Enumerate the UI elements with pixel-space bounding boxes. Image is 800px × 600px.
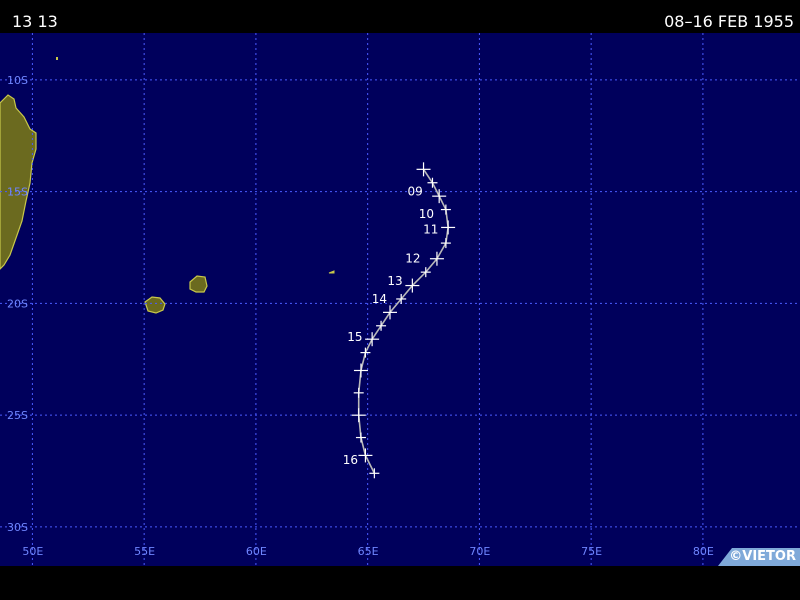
- lat-label: 30S: [7, 521, 28, 534]
- map-canvas[interactable]: 10S 15S 20S 25S 30S 50E 55E 60E 65E 70E 75E 80E 09 1…: [0, 33, 800, 566]
- track-day-label: 12: [405, 252, 420, 266]
- track-day-label: 13: [387, 274, 402, 288]
- lat-label: 20S: [7, 297, 28, 310]
- credit-text: ©VIETOR: [729, 549, 796, 564]
- track-day-label: 15: [347, 330, 362, 344]
- footer-bar: [0, 566, 800, 600]
- date-range: 08–16 FEB 1955: [664, 12, 794, 31]
- track-day-label: 09: [408, 185, 423, 199]
- track-day-label: 11: [423, 223, 438, 237]
- lon-label: 55E: [134, 545, 155, 558]
- lat-label: 10S: [7, 74, 28, 87]
- lon-label: 65E: [358, 545, 379, 558]
- track-map[interactable]: 10S 15S 20S 25S 30S 50E 55E 60E 65E 70E 75E 80E 09 1…: [0, 33, 800, 566]
- track-day-label: 16: [343, 453, 358, 467]
- lon-label: 70E: [469, 545, 490, 558]
- storm-id: 13 13: [12, 12, 58, 31]
- lon-label: 60E: [246, 545, 267, 558]
- lon-label: 50E: [22, 545, 43, 558]
- lon-label: 75E: [581, 545, 602, 558]
- lon-label: 80E: [693, 545, 714, 558]
- islet: [56, 57, 58, 60]
- track-day-label: 10: [419, 207, 434, 221]
- credit-badge: ©VIETOR: [718, 548, 800, 566]
- header-bar: 13 13 08–16 FEB 1955: [0, 0, 800, 33]
- lat-label: 15S: [7, 186, 28, 199]
- lat-label: 25S: [7, 409, 28, 422]
- track-day-label: 14: [372, 292, 387, 306]
